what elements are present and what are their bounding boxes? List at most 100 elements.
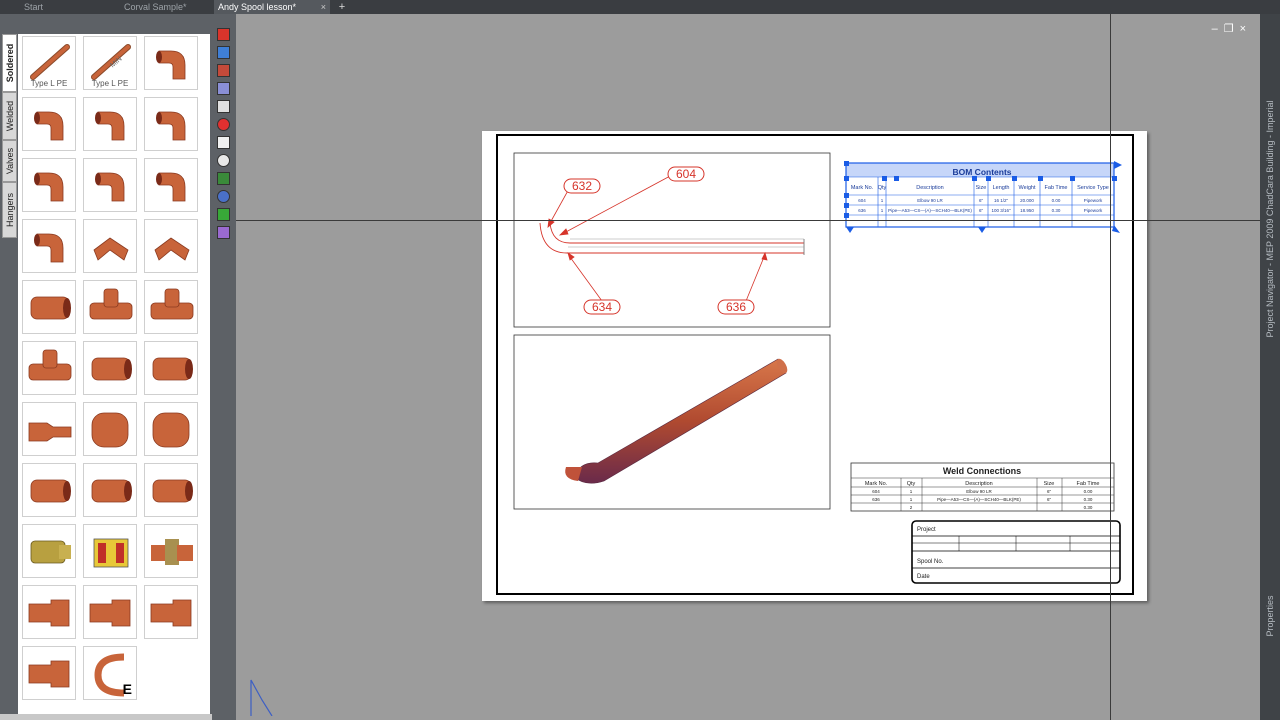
palette-tool-union-valve[interactable] [22, 524, 76, 578]
tab-soldered[interactable]: Soldered [2, 34, 17, 92]
close-icon[interactable]: × [1240, 23, 1252, 35]
palette-tool-pipe[interactable]: Type L PE [22, 36, 76, 90]
palette-scroll-bar[interactable] [0, 714, 212, 720]
tab-start[interactable]: Start [20, 0, 116, 14]
circle-icon[interactable] [217, 154, 230, 167]
bom-r1-fab: 0.00 [1052, 198, 1061, 203]
insert-icon[interactable] [217, 28, 230, 41]
elbow-45-icon [93, 237, 129, 261]
palette-tool-hook-tool[interactable]: E [83, 646, 137, 700]
bom-title: BOM Contents [952, 167, 1011, 177]
bom-header-qty: Qty [878, 185, 887, 191]
palette-tool-tee[interactable] [83, 280, 137, 334]
palette-tool-tee[interactable] [22, 341, 76, 395]
palette-tool-elbow-90[interactable] [144, 158, 198, 212]
layer-icon[interactable] [217, 64, 230, 77]
elbow-90-icon [156, 111, 186, 141]
callout-leaders [547, 174, 768, 302]
bom-r2-fab: 0.30 [1052, 208, 1061, 213]
palette-tool-elbow-45[interactable] [83, 219, 137, 273]
palette-tool-coupling[interactable] [144, 341, 198, 395]
title-block[interactable]: Project Spool No. Date [911, 520, 1121, 584]
bom-r2-size: 6" [979, 208, 984, 213]
palette-tool-elbow-90[interactable] [83, 97, 137, 151]
palette-tool-elbow-45[interactable] [144, 219, 198, 273]
palette-tool-union[interactable] [144, 524, 198, 578]
bom-contents-table[interactable]: BOM Contents Mark No. Qty Description Si… [844, 161, 1122, 233]
palette-tool-adapter[interactable] [22, 585, 76, 639]
palette-tool-reducer[interactable] [22, 402, 76, 456]
close-tab-icon[interactable]: × [321, 0, 326, 14]
palette-tool-cap[interactable] [144, 402, 198, 456]
bom-r1-service: Pipework [1084, 198, 1103, 203]
properties-label[interactable]: Properties [1265, 595, 1275, 636]
weld-r1-desc: Elbow 90 LR [966, 489, 992, 494]
elbow-90-icon [34, 172, 64, 202]
coupling-icon [152, 357, 193, 381]
palette-tool-elbow-90[interactable] [22, 97, 76, 151]
palette-tool-adapter[interactable] [22, 646, 76, 700]
weld-header-fab: Fab Time [1077, 481, 1100, 487]
cap-icon [91, 412, 129, 448]
stop-icon[interactable] [217, 118, 230, 131]
valve-icon [93, 538, 129, 568]
tab-andy-spool-lesson-label: Andy Spool lesson* [218, 2, 297, 12]
union-icon [151, 539, 193, 565]
properties-icon[interactable] [217, 82, 230, 95]
palette-tool-grid: Type L PE MIN Type L PE E [18, 34, 210, 714]
palette-tool-elbow-90[interactable] [83, 158, 137, 212]
pipe-2d-drawing [539, 222, 805, 255]
weld-r1-fab: 0.00 [1084, 489, 1093, 494]
zoom-icon[interactable] [217, 46, 230, 59]
palette-tool-adapter[interactable] [83, 585, 137, 639]
tab-corval-sample-label: Corval Sample* [124, 2, 187, 12]
palette-tool-tee[interactable] [144, 280, 198, 334]
palette-tool-coupling[interactable] [22, 280, 76, 334]
globe-icon[interactable] [217, 190, 230, 203]
palette-tool-coupling[interactable] [83, 341, 137, 395]
tab-welded[interactable]: Welded [2, 92, 17, 140]
palette-tool-cap[interactable] [83, 402, 137, 456]
weld-r1-size: 6" [1047, 489, 1052, 494]
tee-icon [89, 288, 133, 320]
tee-icon [150, 288, 194, 320]
palette-tool-adapter[interactable] [144, 585, 198, 639]
project-navigator-label[interactable]: Project Navigator - MEP 2009 ChadCara Bu… [1265, 101, 1275, 338]
palette-tool-elbow-90[interactable] [22, 158, 76, 212]
bom-header-mark: Mark No. [851, 185, 874, 191]
check-icon[interactable] [217, 208, 230, 221]
minimize-icon[interactable]: – [1212, 23, 1224, 35]
bom-r2-mark: 636 [858, 208, 866, 213]
tab-andy-spool-lesson[interactable]: Andy Spool lesson* × [214, 0, 330, 14]
title-block-date: Date [917, 574, 930, 580]
tab-hangers-label: Hangers [4, 192, 15, 228]
palette-tool-coupling[interactable] [22, 463, 76, 517]
palette-tool-elbow-90[interactable] [144, 36, 198, 90]
palette-tool-coupling[interactable] [83, 463, 137, 517]
drawing-sheet[interactable]: 632 604 634 636 BOM Contents Mark No. Qt… [482, 131, 1147, 601]
pipe-route-icon[interactable] [217, 172, 230, 185]
monitor-icon[interactable] [217, 226, 230, 239]
coupling-icon [152, 479, 193, 503]
add-tab-button[interactable]: + [334, 0, 350, 14]
tab-valves[interactable]: Valves [2, 140, 17, 182]
palette-tool-coupling[interactable] [144, 463, 198, 517]
weld-r2-desc: Pipe—A53—CS—(A)—SCH40—BLK(PE) [937, 497, 1021, 502]
palette-tool-valve[interactable] [83, 524, 137, 578]
sheet-icon[interactable] [217, 100, 230, 113]
tab-corval-sample[interactable]: Corval Sample* [120, 0, 212, 14]
palette-tool-elbow-90[interactable] [22, 219, 76, 273]
tab-hangers[interactable]: Hangers [2, 182, 17, 238]
palette-tool-label: Type L PE [91, 79, 129, 88]
coupling-icon [91, 479, 132, 503]
restore-icon[interactable]: ❐ [1224, 23, 1240, 35]
weld-title: Weld Connections [943, 466, 1021, 476]
bom-header-service: Service Type [1077, 185, 1109, 191]
weld-r2-fab: 0.30 [1084, 497, 1093, 502]
weld-total-fab: 0.30 [1084, 505, 1093, 510]
weld-connections-table[interactable]: Weld Connections Mark No. Qty Descriptio… [850, 462, 1115, 512]
project-navigator-strip[interactable]: Project Navigator - MEP 2009 ChadCara Bu… [1260, 14, 1280, 720]
palette-tool-elbow-90[interactable] [144, 97, 198, 151]
eraser-icon[interactable] [217, 136, 230, 149]
palette-tool-pipe-min[interactable]: MIN Type L PE [83, 36, 137, 90]
